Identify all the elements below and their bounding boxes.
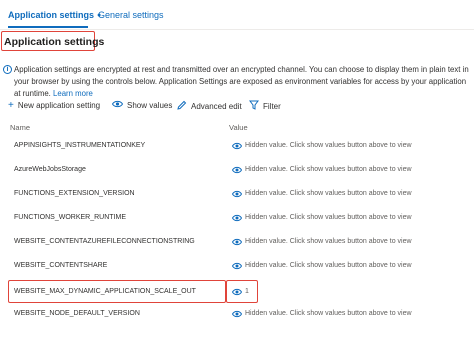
eye-icon — [232, 213, 242, 223]
setting-name[interactable]: WEBSITE_CONTENTAZUREFILECONNECTIONSTRING — [14, 230, 195, 254]
show-values-button[interactable]: Show values — [111, 100, 173, 111]
column-header-value[interactable]: Value — [229, 123, 248, 132]
new-application-setting-label: New application setting — [17, 101, 101, 110]
setting-name[interactable]: AzureWebJobsStorage — [14, 158, 86, 182]
eye-icon — [232, 189, 242, 199]
pencil-icon — [177, 100, 187, 113]
row-highlight-box — [8, 280, 226, 303]
setting-name[interactable]: FUNCTIONS_WORKER_RUNTIME — [14, 206, 126, 230]
setting-name[interactable]: WEBSITE_NODE_DEFAULT_VERSION — [14, 302, 140, 326]
table-row[interactable]: WEBSITE_CONTENTAZUREFILECONNECTIONSTRING… — [0, 230, 474, 254]
command-toolbar: + New application setting Show values Ad… — [0, 100, 474, 114]
eye-icon — [232, 141, 242, 151]
learn-more-link[interactable]: Learn more — [53, 89, 93, 98]
eye-icon — [232, 165, 242, 175]
setting-name[interactable]: FUNCTIONS_EXTENSION_VERSION — [14, 182, 135, 206]
setting-value: Hidden value. Click show values button a… — [232, 254, 412, 278]
setting-value-text: Hidden value. Click show values button a… — [245, 142, 412, 149]
info-icon: i — [3, 65, 12, 74]
tab-general-settings[interactable]: General settings — [98, 10, 164, 20]
eye-icon — [111, 100, 124, 111]
setting-value-text: Hidden value. Click show values button a… — [245, 310, 412, 317]
filter-icon — [249, 100, 259, 113]
column-header-name[interactable]: Name — [10, 123, 30, 132]
page-title: Application settings — [4, 36, 105, 48]
setting-value: Hidden value. Click show values button a… — [232, 134, 412, 158]
setting-value-text: Hidden value. Click show values button a… — [245, 238, 412, 245]
value-highlight-box — [226, 280, 258, 303]
setting-value-text: Hidden value. Click show values button a… — [245, 166, 412, 173]
setting-name[interactable]: APPINSIGHTS_INSTRUMENTATIONKEY — [14, 134, 145, 158]
setting-value-text: Hidden value. Click show values button a… — [245, 190, 412, 197]
table-row[interactable]: APPINSIGHTS_INSTRUMENTATIONKEY Hidden va… — [0, 134, 474, 158]
eye-icon — [232, 261, 242, 271]
table-row[interactable]: FUNCTIONS_WORKER_RUNTIME Hidden value. C… — [0, 206, 474, 230]
new-application-setting-button[interactable]: + New application setting — [8, 100, 100, 111]
advanced-edit-label: Advanced edit — [191, 102, 242, 111]
setting-value: Hidden value. Click show values button a… — [232, 206, 412, 230]
eye-icon — [232, 309, 242, 319]
active-tab-underline — [8, 26, 88, 28]
settings-tab-bar: Application settings ● General settings — [0, 0, 474, 30]
filter-label: Filter — [263, 102, 281, 111]
tab-application-settings[interactable]: Application settings ● — [8, 10, 101, 20]
plus-icon: + — [8, 100, 14, 111]
show-values-label: Show values — [127, 101, 173, 110]
setting-value-text: Hidden value. Click show values button a… — [245, 262, 412, 269]
table-row[interactable]: WEBSITE_CONTENTSHARE Hidden value. Click… — [0, 254, 474, 278]
setting-value-text: Hidden value. Click show values button a… — [245, 214, 412, 221]
table-row[interactable]: AzureWebJobsStorage Hidden value. Click … — [0, 158, 474, 182]
setting-value: Hidden value. Click show values button a… — [232, 302, 412, 326]
setting-value: Hidden value. Click show values button a… — [232, 182, 412, 206]
table-row[interactable]: WEBSITE_NODE_DEFAULT_VERSION Hidden valu… — [0, 302, 474, 326]
setting-value: Hidden value. Click show values button a… — [232, 158, 412, 182]
filter-button[interactable]: Filter — [249, 100, 281, 113]
advanced-edit-button[interactable]: Advanced edit — [177, 100, 242, 113]
table-row[interactable]: FUNCTIONS_EXTENSION_VERSION Hidden value… — [0, 182, 474, 206]
info-description: Application settings are encrypted at re… — [14, 64, 472, 100]
setting-value: Hidden value. Click show values button a… — [232, 230, 412, 254]
tab-application-settings-label: Application settings — [8, 10, 95, 20]
eye-icon — [232, 237, 242, 247]
setting-name[interactable]: WEBSITE_CONTENTSHARE — [14, 254, 107, 278]
